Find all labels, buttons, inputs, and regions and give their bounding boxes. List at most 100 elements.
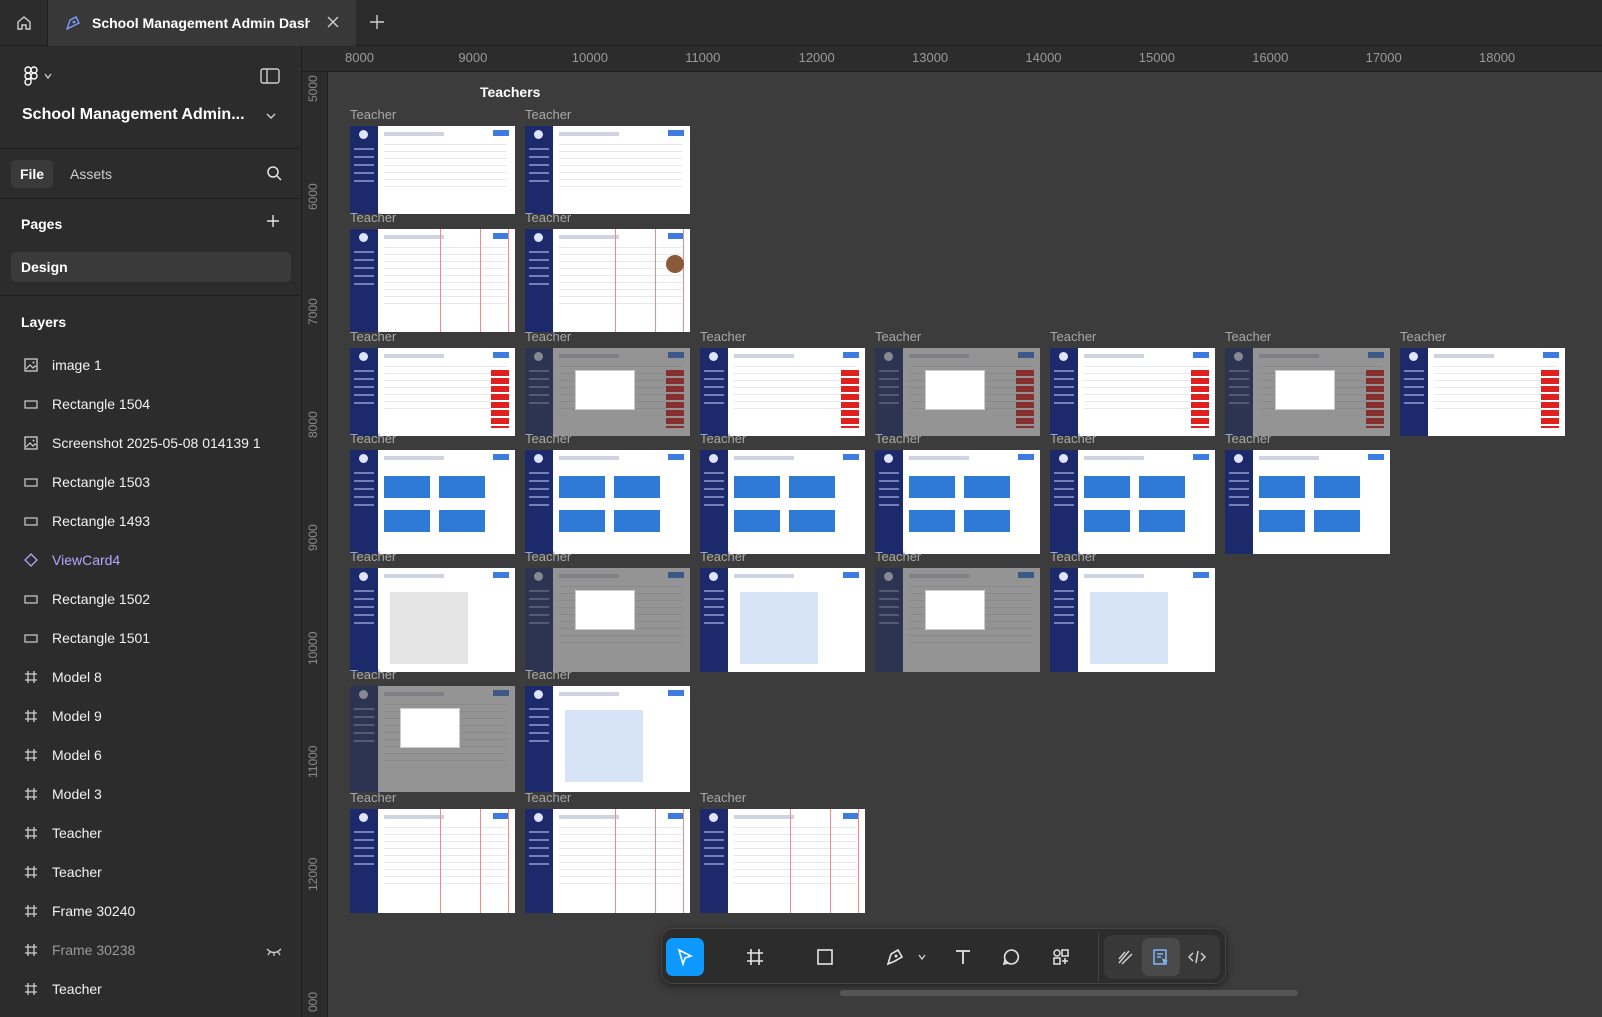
frame-label[interactable]: Teacher bbox=[700, 549, 746, 564]
frame-label[interactable]: Teacher bbox=[350, 667, 396, 682]
frame-label[interactable]: Teacher bbox=[1400, 329, 1446, 344]
move-tool-button[interactable] bbox=[666, 938, 704, 976]
teacher-frame-thumbnail[interactable] bbox=[875, 568, 1040, 672]
layer-item[interactable]: Model 8 bbox=[0, 657, 302, 696]
teacher-frame-thumbnail[interactable] bbox=[700, 450, 865, 554]
pen-tool-button[interactable] bbox=[876, 938, 914, 976]
frame-label[interactable]: Teacher bbox=[350, 549, 396, 564]
frame-label[interactable]: Teacher bbox=[700, 431, 746, 446]
dev-mode-button[interactable] bbox=[1178, 938, 1216, 976]
teacher-frame-thumbnail[interactable] bbox=[875, 348, 1040, 436]
comment-tool-button[interactable] bbox=[992, 938, 1030, 976]
frame-label[interactable]: Teacher bbox=[525, 667, 571, 682]
actions-button[interactable] bbox=[1042, 938, 1080, 976]
design-mode-button[interactable] bbox=[1142, 938, 1180, 976]
layer-item[interactable]: Screenshot 2025-05-08 014139 1 bbox=[0, 423, 302, 462]
frame-label[interactable]: Teacher bbox=[525, 107, 571, 122]
teacher-frame-thumbnail[interactable] bbox=[700, 568, 865, 672]
teacher-frame-thumbnail[interactable] bbox=[350, 568, 515, 672]
layer-item[interactable]: Rectangle 1503 bbox=[0, 462, 302, 501]
teacher-frame-thumbnail[interactable] bbox=[350, 450, 515, 554]
home-button[interactable] bbox=[0, 0, 48, 46]
add-page-plus-icon[interactable] bbox=[266, 214, 280, 228]
teacher-frame-thumbnail[interactable] bbox=[350, 809, 515, 913]
teacher-frame-thumbnail[interactable] bbox=[525, 686, 690, 792]
frame-label[interactable]: Teacher bbox=[1225, 329, 1271, 344]
layer-item[interactable]: image 1 bbox=[0, 345, 302, 384]
frame-label[interactable]: Teacher bbox=[1050, 431, 1096, 446]
design-canvas[interactable]: Teachers Teacher Teacher Teacher Teacher Tea… bbox=[328, 72, 1602, 1017]
layer-item[interactable]: ViewCard4 bbox=[0, 540, 302, 579]
teacher-frame-thumbnail[interactable] bbox=[350, 348, 515, 436]
layer-item[interactable]: Teacher bbox=[0, 852, 302, 891]
teacher-frame-thumbnail[interactable] bbox=[875, 450, 1040, 554]
teacher-frame-thumbnail[interactable] bbox=[525, 450, 690, 554]
teacher-frame-thumbnail[interactable] bbox=[525, 348, 690, 436]
teacher-frame-thumbnail[interactable] bbox=[1050, 450, 1215, 554]
horizontal-scrollbar[interactable] bbox=[840, 990, 1298, 996]
teacher-frame-thumbnail[interactable] bbox=[525, 229, 690, 332]
shape-tool-button[interactable] bbox=[806, 938, 844, 976]
hidden-eye-icon[interactable] bbox=[266, 943, 282, 959]
search-icon[interactable] bbox=[266, 165, 282, 181]
layer-item[interactable]: Rectangle 1504 bbox=[0, 384, 302, 423]
teacher-frame-thumbnail[interactable] bbox=[525, 126, 690, 214]
layer-item[interactable]: Model 6 bbox=[0, 735, 302, 774]
chevron-down-icon[interactable] bbox=[266, 112, 276, 120]
frame-label[interactable]: Teacher bbox=[875, 329, 921, 344]
layer-item[interactable]: Model 3 bbox=[0, 774, 302, 813]
teacher-frame-thumbnail[interactable] bbox=[1050, 348, 1215, 436]
frame-label[interactable]: Teacher bbox=[525, 329, 571, 344]
page-item-design[interactable]: Design bbox=[11, 252, 291, 282]
teacher-frame-thumbnail[interactable] bbox=[700, 809, 865, 913]
section-title[interactable]: Teachers bbox=[480, 84, 540, 100]
layer-item[interactable]: Rectangle 1493 bbox=[0, 501, 302, 540]
layer-item[interactable]: Teacher bbox=[0, 969, 302, 1008]
teacher-frame-thumbnail[interactable] bbox=[1225, 450, 1390, 554]
layer-item[interactable]: Model 9 bbox=[0, 696, 302, 735]
teacher-frame-thumbnail[interactable] bbox=[525, 568, 690, 672]
new-tab-plus-icon[interactable] bbox=[368, 13, 386, 31]
layer-item[interactable]: Rectangle 1502 bbox=[0, 579, 302, 618]
frame-label[interactable]: Teacher bbox=[525, 431, 571, 446]
frame-label[interactable]: Teacher bbox=[525, 549, 571, 564]
teacher-frame-thumbnail[interactable] bbox=[350, 229, 515, 332]
teacher-frame-thumbnail[interactable] bbox=[350, 126, 515, 214]
panel-toggle-icon[interactable] bbox=[260, 68, 280, 84]
frame-label[interactable]: Teacher bbox=[350, 431, 396, 446]
project-name[interactable]: School Management Admin... bbox=[22, 106, 245, 124]
frame-label[interactable]: Teacher bbox=[350, 107, 396, 122]
design-mode-icon bbox=[1153, 949, 1168, 965]
frame-label[interactable]: Teacher bbox=[525, 210, 571, 225]
teacher-frame-thumbnail[interactable] bbox=[700, 348, 865, 436]
layer-item[interactable]: Teacher bbox=[0, 813, 302, 852]
frame-label[interactable]: Teacher bbox=[525, 790, 571, 805]
text-tool-button[interactable] bbox=[944, 938, 982, 976]
teacher-frame-thumbnail[interactable] bbox=[1225, 348, 1390, 436]
layer-item[interactable]: Rectangle 1501 bbox=[0, 618, 302, 657]
frame-label[interactable]: Teacher bbox=[350, 790, 396, 805]
frame-label[interactable]: Teacher bbox=[1050, 549, 1096, 564]
teacher-frame-thumbnail[interactable] bbox=[350, 686, 515, 792]
teacher-frame-thumbnail[interactable] bbox=[525, 809, 690, 913]
tab-file[interactable]: File bbox=[11, 160, 53, 188]
close-icon[interactable] bbox=[326, 15, 340, 29]
frame-tool-button[interactable] bbox=[736, 938, 774, 976]
tab-assets[interactable]: Assets bbox=[70, 166, 112, 182]
frame-label[interactable]: Teacher bbox=[350, 329, 396, 344]
frame-label[interactable]: Teacher bbox=[875, 549, 921, 564]
teacher-frame-thumbnail[interactable] bbox=[1400, 348, 1565, 436]
file-tab[interactable]: School Management Admin Dash bbox=[48, 0, 356, 46]
layer-item[interactable]: Frame 30240 bbox=[0, 891, 302, 930]
frame-label[interactable]: Teacher bbox=[350, 210, 396, 225]
frame-label[interactable]: Teacher bbox=[1225, 431, 1271, 446]
frame-label[interactable]: Teacher bbox=[875, 431, 921, 446]
teacher-frame-thumbnail[interactable] bbox=[1050, 568, 1215, 672]
layer-item[interactable]: Frame 30238 bbox=[0, 930, 302, 969]
frame-label[interactable]: Teacher bbox=[700, 790, 746, 805]
chevron-down-icon[interactable] bbox=[918, 953, 926, 961]
draw-mode-button[interactable] bbox=[1106, 938, 1144, 976]
frame-label[interactable]: Teacher bbox=[700, 329, 746, 344]
frame-label[interactable]: Teacher bbox=[1050, 329, 1096, 344]
main-menu-button[interactable] bbox=[22, 66, 52, 86]
